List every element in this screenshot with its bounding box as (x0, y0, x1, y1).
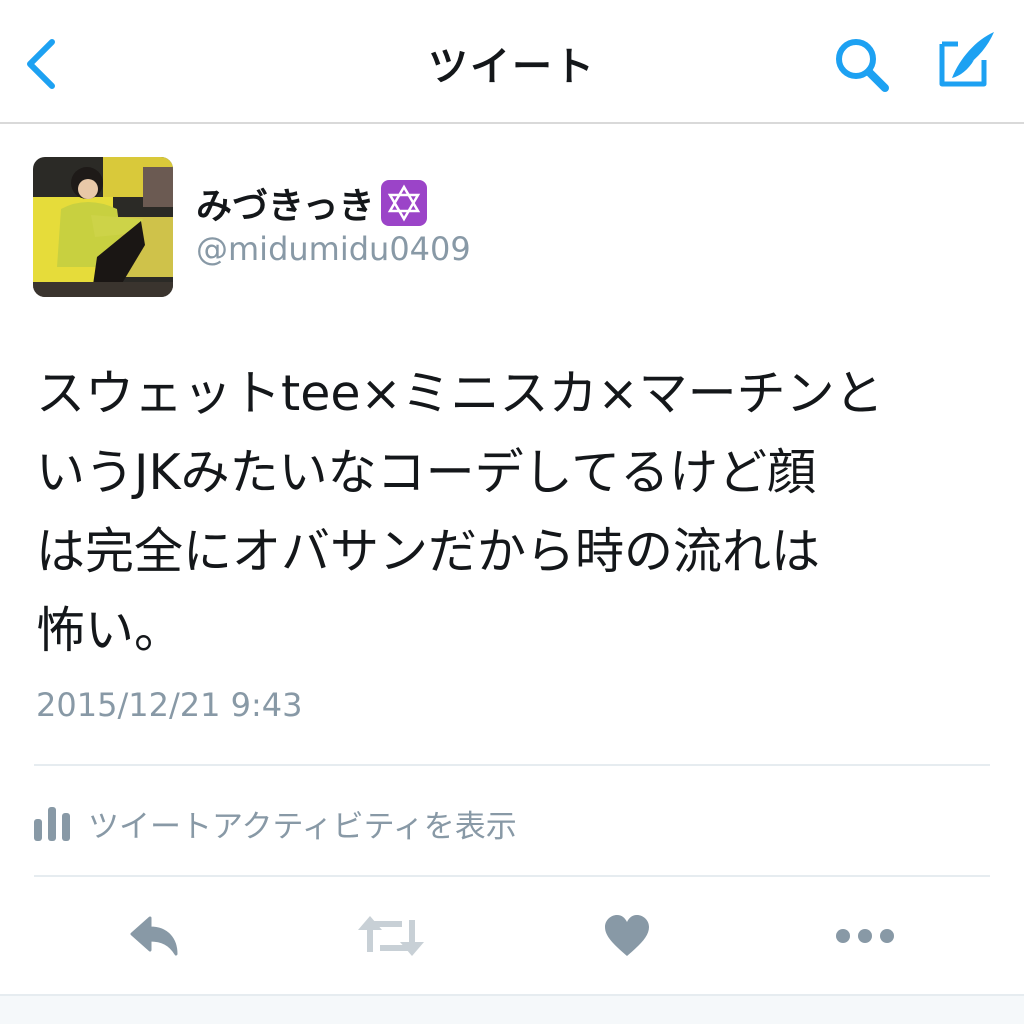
tweet-text-line: は完全にオバサンだから時の流れは (36, 523, 821, 580)
compose-button[interactable] (932, 28, 998, 94)
bottom-strip (0, 994, 1024, 1024)
divider (34, 764, 990, 766)
tweet-text-line: スウェットtee×ミニスカ×マーチンと (36, 365, 884, 422)
tweet-text: スウェットtee×ミニスカ×マーチンと いうJKみたいなコーデしてるけど顔 は完… (36, 354, 996, 670)
tweet-timestamp[interactable]: 2015/12/21 9:43 (36, 686, 302, 724)
compose-icon (939, 32, 994, 87)
user-handle[interactable]: @midumidu0409 (196, 230, 471, 268)
retweet-icon (358, 916, 424, 956)
reply-button[interactable] (120, 906, 190, 966)
like-button[interactable] (592, 906, 662, 966)
retweet-button[interactable] (356, 906, 426, 966)
tweet-activity-label: ツイートアクティビティを表示 (88, 808, 517, 845)
tweet-text-line: 怖い。 (36, 602, 184, 659)
bar-chart-icon (34, 807, 70, 841)
six-pointed-star-emoji (380, 180, 427, 226)
more-button[interactable] (828, 906, 902, 966)
display-name-row[interactable]: みづきっき (196, 178, 427, 228)
more-icon (836, 929, 894, 943)
navigation-bar: ツイート (0, 0, 1024, 124)
search-button[interactable] (830, 34, 894, 94)
avatar-photo (33, 157, 173, 297)
tweet-text-line: いうJKみたいなコーデしてるけど顔 (36, 444, 817, 501)
like-icon (605, 915, 649, 956)
divider (34, 875, 990, 877)
avatar[interactable] (33, 157, 173, 297)
reply-icon (130, 916, 178, 956)
search-icon (836, 39, 889, 92)
display-name: みづきっき (196, 186, 375, 227)
tweet-activity-link[interactable]: ツイートアクティビティを表示 (34, 796, 517, 850)
